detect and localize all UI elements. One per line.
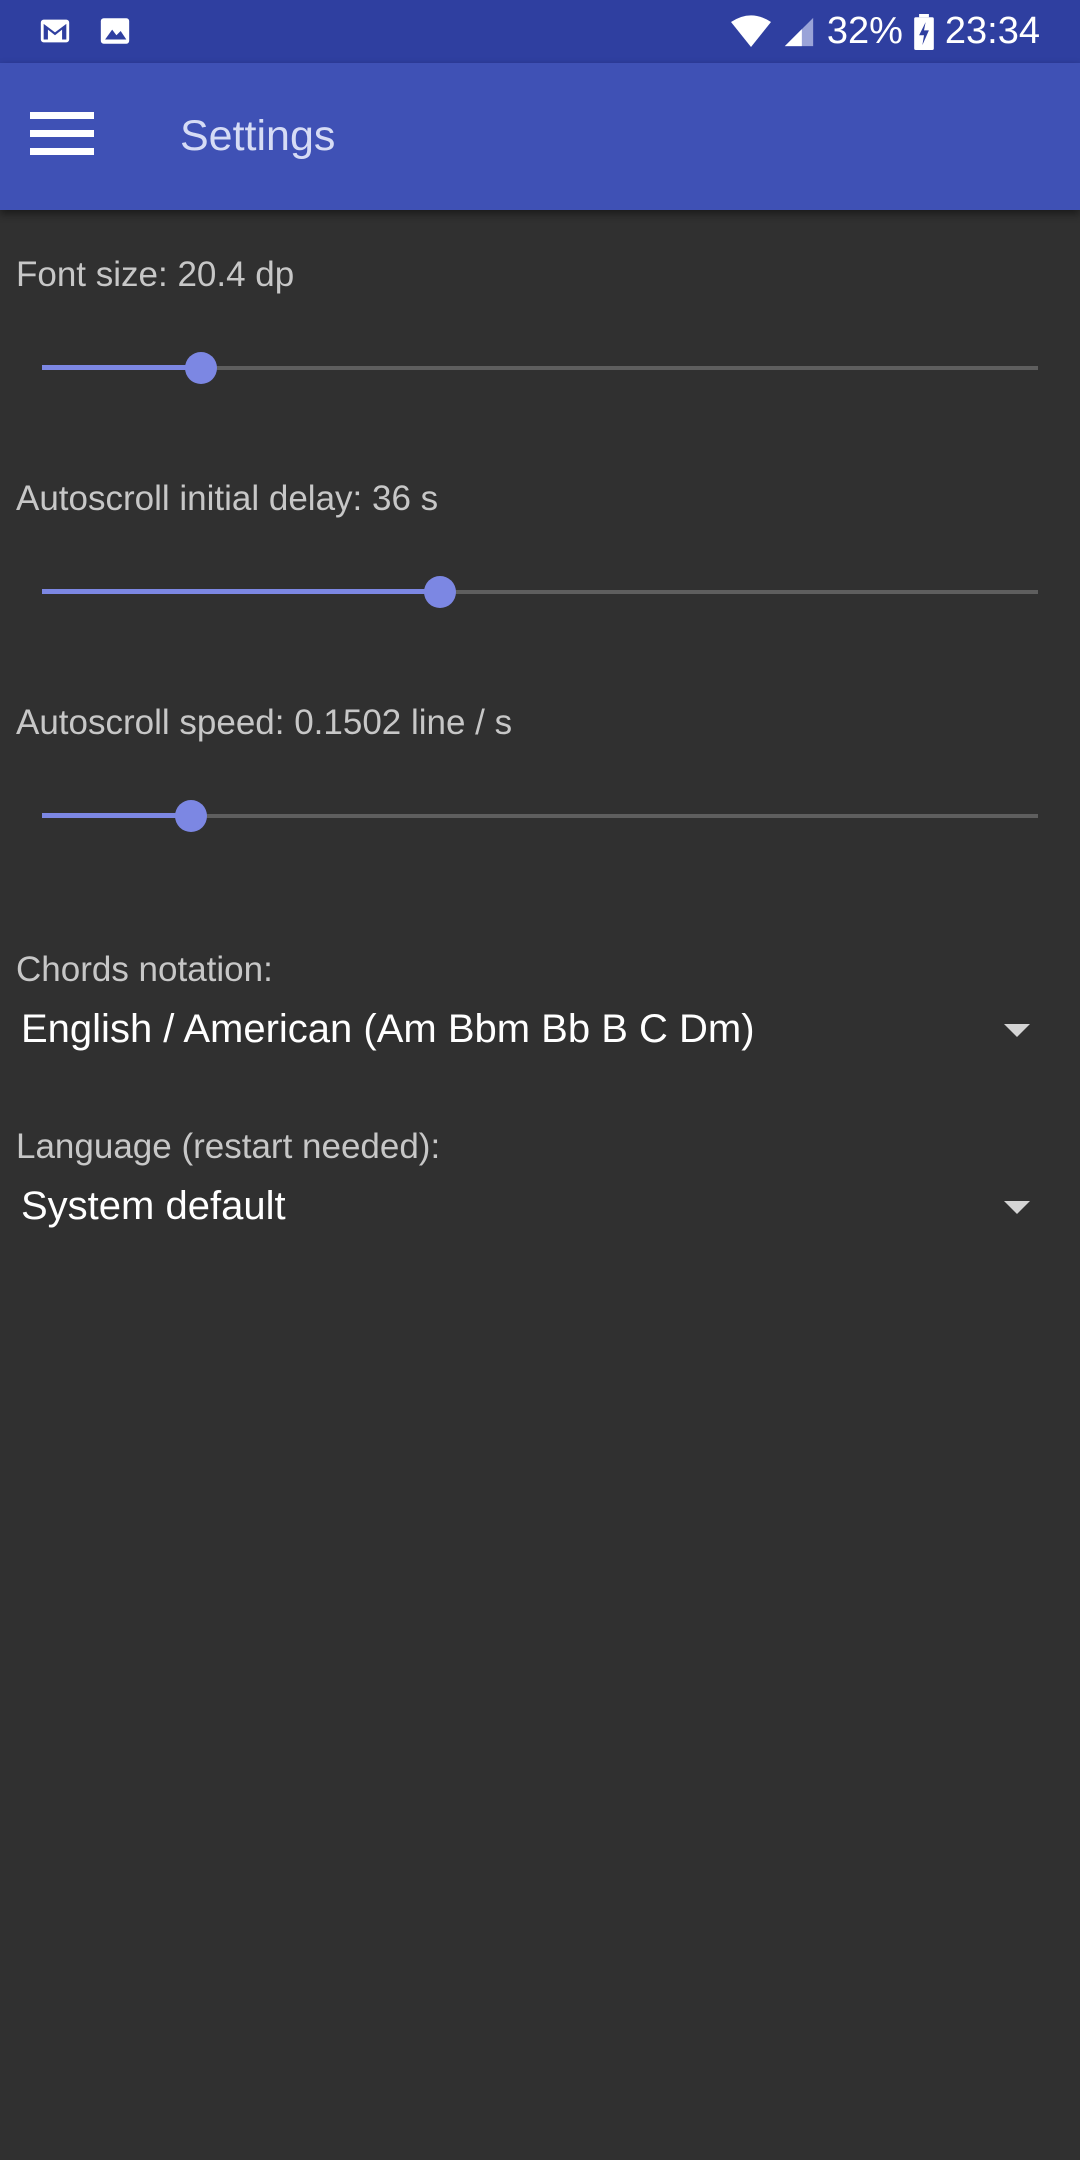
chords-notation-value: English / American (Am Bbm Bb B C Dm) — [21, 1007, 755, 1051]
wifi-icon — [730, 14, 771, 47]
status-bar: 32% 23:34 — [0, 0, 1080, 63]
autoscroll-speed-slider[interactable] — [42, 791, 1038, 841]
battery-charging-icon — [914, 13, 934, 50]
app-bar: Settings — [0, 63, 1080, 210]
page-title: Settings — [180, 112, 336, 160]
slider-fill — [42, 813, 192, 818]
image-icon — [100, 18, 130, 44]
slider-thumb[interactable] — [424, 576, 457, 608]
chords-notation-dropdown[interactable]: English / American (Am Bbm Bb B C Dm) — [0, 994, 1080, 1064]
font-size-slider[interactable] — [42, 343, 1038, 393]
gmail-icon — [40, 19, 70, 43]
slider-fill — [42, 365, 202, 370]
language-value: System default — [21, 1184, 286, 1228]
dropdown-arrow-icon — [1004, 1201, 1030, 1214]
language-dropdown[interactable]: System default — [0, 1171, 1080, 1241]
battery-percentage: 32% — [826, 10, 903, 52]
hamburger-menu-icon[interactable] — [22, 99, 102, 169]
status-bar-right: 32% 23:34 — [730, 0, 1040, 63]
signal-icon — [784, 17, 814, 46]
slider-thumb[interactable] — [175, 800, 208, 832]
autoscroll-delay-label: Autoscroll initial delay: 36 s — [16, 479, 439, 518]
language-label: Language (restart needed): — [16, 1127, 441, 1166]
dropdown-arrow-icon — [1004, 1024, 1030, 1037]
autoscroll-speed-label: Autoscroll speed: 0.1502 line / s — [16, 703, 513, 742]
slider-fill — [42, 589, 441, 594]
chords-notation-label: Chords notation: — [16, 950, 273, 989]
slider-thumb[interactable] — [185, 352, 218, 384]
autoscroll-delay-slider[interactable] — [42, 567, 1038, 617]
clock: 23:34 — [944, 10, 1040, 52]
font-size-label: Font size: 20.4 dp — [16, 255, 295, 294]
